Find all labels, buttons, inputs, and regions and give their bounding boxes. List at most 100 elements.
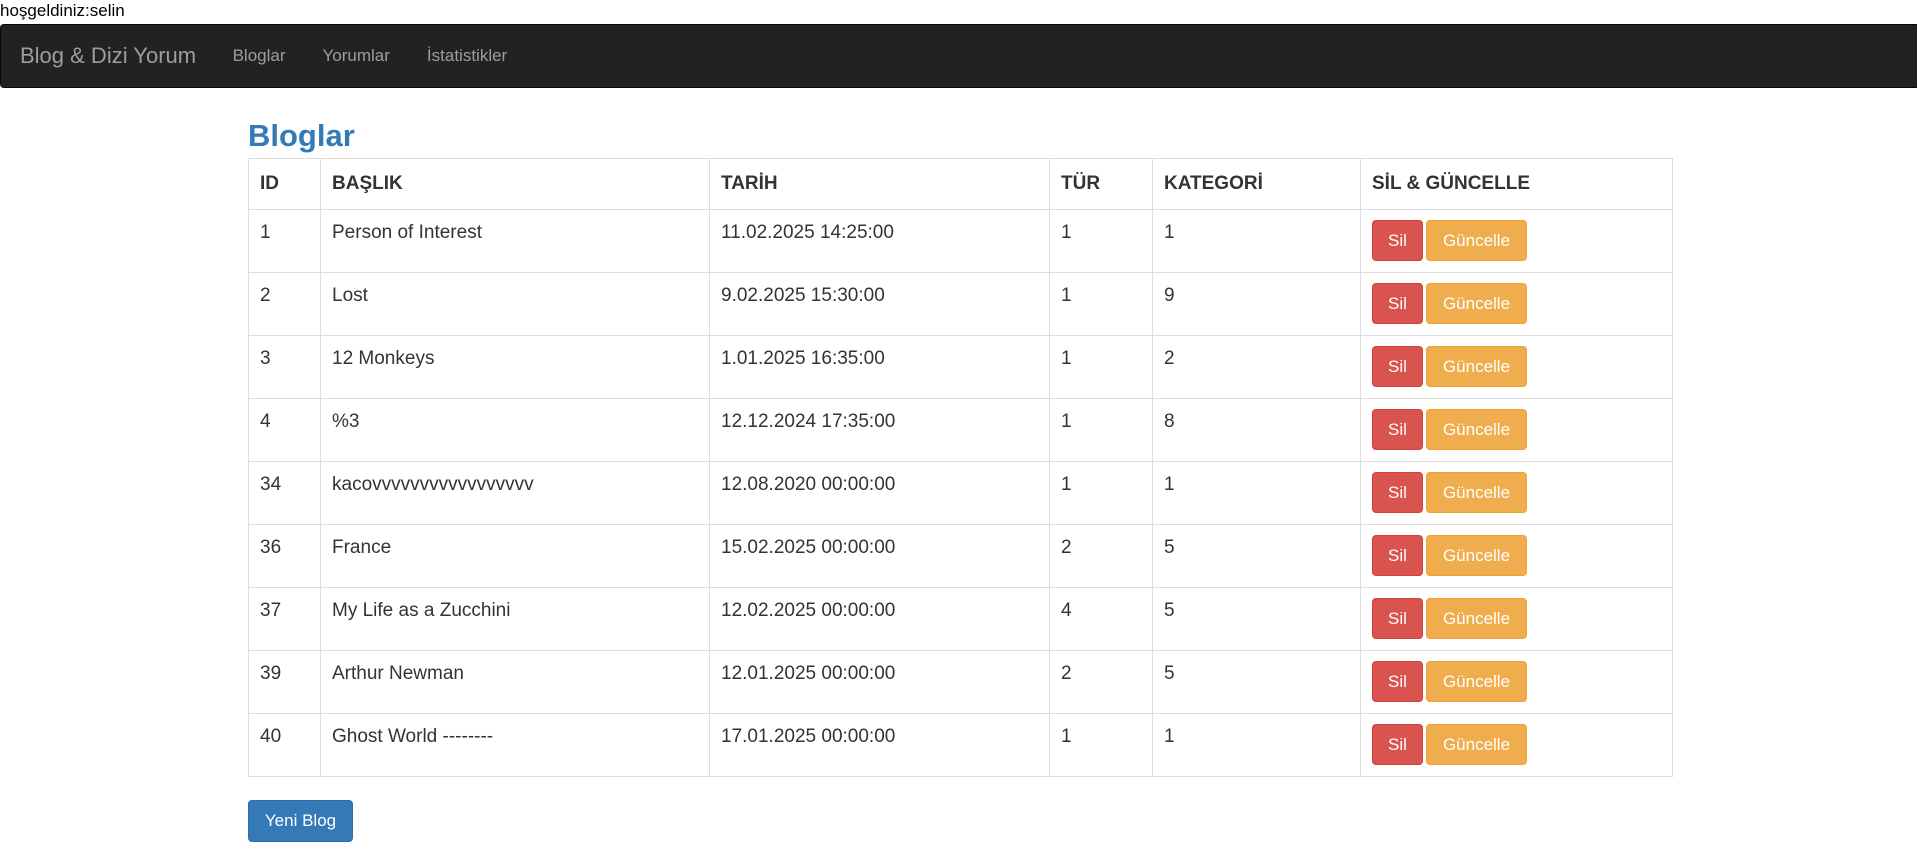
cell-actions: Sil Güncelle	[1360, 398, 1673, 462]
update-button[interactable]: Güncelle	[1426, 220, 1527, 261]
cell-type: 1	[1049, 713, 1153, 777]
cell-type: 1	[1049, 272, 1153, 336]
cell-actions: Sil Güncelle	[1360, 335, 1673, 399]
cell-id: 2	[248, 272, 321, 336]
header-title: BAŞLIK	[320, 158, 710, 210]
nav-link-bloglar[interactable]: Bloglar	[214, 25, 304, 87]
main-content: Bloglar ID BAŞLIK TARİH TÜR KATEGORİ SİL…	[248, 114, 1673, 842]
delete-button[interactable]: Sil	[1372, 283, 1423, 324]
cell-title: kacovvvvvvvvvvvvvvvvv	[320, 461, 710, 525]
new-blog-wrap: Yeni Blog	[248, 800, 1672, 842]
blogs-table: ID BAŞLIK TARİH TÜR KATEGORİ SİL & GÜNCE…	[248, 158, 1673, 777]
cell-type: 1	[1049, 209, 1153, 273]
cell-id: 3	[248, 335, 321, 399]
cell-id: 36	[248, 524, 321, 588]
header-id: ID	[248, 158, 321, 210]
cell-title: 12 Monkeys	[320, 335, 710, 399]
cell-id: 34	[248, 461, 321, 525]
nav-link-yorumlar[interactable]: Yorumlar	[304, 25, 408, 87]
cell-category: 5	[1152, 587, 1361, 651]
update-button[interactable]: Güncelle	[1426, 535, 1527, 576]
cell-type: 1	[1049, 398, 1153, 462]
cell-category: 1	[1152, 713, 1361, 777]
table-row: 37 My Life as a Zucchini 12.02.2025 00:0…	[248, 587, 1673, 651]
cell-actions: Sil Güncelle	[1360, 713, 1673, 777]
new-blog-button[interactable]: Yeni Blog	[248, 800, 353, 842]
cell-category: 5	[1152, 650, 1361, 714]
cell-title: Person of Interest	[320, 209, 710, 273]
cell-actions: Sil Güncelle	[1360, 461, 1673, 525]
cell-type: 2	[1049, 650, 1153, 714]
cell-category: 8	[1152, 398, 1361, 462]
cell-type: 4	[1049, 587, 1153, 651]
cell-category: 5	[1152, 524, 1361, 588]
table-row: 1 Person of Interest 11.02.2025 14:25:00…	[248, 209, 1673, 273]
cell-type: 1	[1049, 335, 1153, 399]
cell-id: 39	[248, 650, 321, 714]
update-button[interactable]: Güncelle	[1426, 472, 1527, 513]
cell-actions: Sil Güncelle	[1360, 587, 1673, 651]
cell-type: 2	[1049, 524, 1153, 588]
update-button[interactable]: Güncelle	[1426, 598, 1527, 639]
cell-category: 9	[1152, 272, 1361, 336]
update-button[interactable]: Güncelle	[1426, 283, 1527, 324]
nav-link-istatistikler[interactable]: İstatistikler	[408, 25, 525, 87]
delete-button[interactable]: Sil	[1372, 346, 1423, 387]
header-category: KATEGORİ	[1152, 158, 1361, 210]
delete-button[interactable]: Sil	[1372, 724, 1423, 765]
table-row: 34 kacovvvvvvvvvvvvvvvvv 12.08.2020 00:0…	[248, 461, 1673, 525]
delete-button[interactable]: Sil	[1372, 409, 1423, 450]
update-button[interactable]: Güncelle	[1426, 724, 1527, 765]
update-button[interactable]: Güncelle	[1426, 346, 1527, 387]
table-row: 40 Ghost World -------- 17.01.2025 00:00…	[248, 713, 1673, 777]
cell-title: France	[320, 524, 710, 588]
table-row: 36 France 15.02.2025 00:00:00 2 5 Sil Gün…	[248, 524, 1673, 588]
header-date: TARİH	[709, 158, 1050, 210]
delete-button[interactable]: Sil	[1372, 472, 1423, 513]
cell-actions: Sil Güncelle	[1360, 524, 1673, 588]
table-header-row: ID BAŞLIK TARİH TÜR KATEGORİ SİL & GÜNCE…	[248, 158, 1673, 210]
delete-button[interactable]: Sil	[1372, 220, 1423, 261]
cell-actions: Sil Güncelle	[1360, 650, 1673, 714]
cell-category: 1	[1152, 461, 1361, 525]
cell-id: 40	[248, 713, 321, 777]
cell-title: Ghost World --------	[320, 713, 710, 777]
delete-button[interactable]: Sil	[1372, 535, 1423, 576]
header-actions: SİL & GÜNCELLE	[1360, 158, 1673, 210]
cell-id: 37	[248, 587, 321, 651]
cell-date: 17.01.2025 00:00:00	[709, 713, 1050, 777]
cell-category: 1	[1152, 209, 1361, 273]
cell-actions: Sil Güncelle	[1360, 272, 1673, 336]
update-button[interactable]: Güncelle	[1426, 409, 1527, 450]
welcome-text: hoşgeldiniz:selin	[0, 1, 125, 20]
nav-links: Bloglar Yorumlar İstatistikler	[214, 25, 526, 87]
cell-date: 12.01.2025 00:00:00	[709, 650, 1050, 714]
cell-date: 12.08.2020 00:00:00	[709, 461, 1050, 525]
cell-date: 12.12.2024 17:35:00	[709, 398, 1050, 462]
table-row: 2 Lost 9.02.2025 15:30:00 1 9 Sil Güncell…	[248, 272, 1673, 336]
cell-title: Arthur Newman	[320, 650, 710, 714]
cell-type: 1	[1049, 461, 1153, 525]
cell-title: %3	[320, 398, 710, 462]
table-row: 4 %3 12.12.2024 17:35:00 1 8 Sil Güncelle	[248, 398, 1673, 462]
delete-button[interactable]: Sil	[1372, 661, 1423, 702]
cell-title: My Life as a Zucchini	[320, 587, 710, 651]
page-title: Bloglar	[248, 118, 355, 153]
cell-actions: Sil Güncelle	[1360, 209, 1673, 273]
cell-id: 4	[248, 398, 321, 462]
cell-date: 9.02.2025 15:30:00	[709, 272, 1050, 336]
cell-date: 11.02.2025 14:25:00	[709, 209, 1050, 273]
table-row: 3 12 Monkeys 1.01.2025 16:35:00 1 2 Sil G…	[248, 335, 1673, 399]
table-row: 39 Arthur Newman 12.01.2025 00:00:00 2 5…	[248, 650, 1673, 714]
cell-date: 1.01.2025 16:35:00	[709, 335, 1050, 399]
header-type: TÜR	[1049, 158, 1153, 210]
navbar: Blog & Dizi Yorum Bloglar Yorumlar İstat…	[0, 24, 1917, 88]
update-button[interactable]: Güncelle	[1426, 661, 1527, 702]
cell-category: 2	[1152, 335, 1361, 399]
cell-id: 1	[248, 209, 321, 273]
cell-title: Lost	[320, 272, 710, 336]
cell-date: 12.02.2025 00:00:00	[709, 587, 1050, 651]
delete-button[interactable]: Sil	[1372, 598, 1423, 639]
navbar-brand[interactable]: Blog & Dizi Yorum	[20, 43, 196, 69]
cell-date: 15.02.2025 00:00:00	[709, 524, 1050, 588]
